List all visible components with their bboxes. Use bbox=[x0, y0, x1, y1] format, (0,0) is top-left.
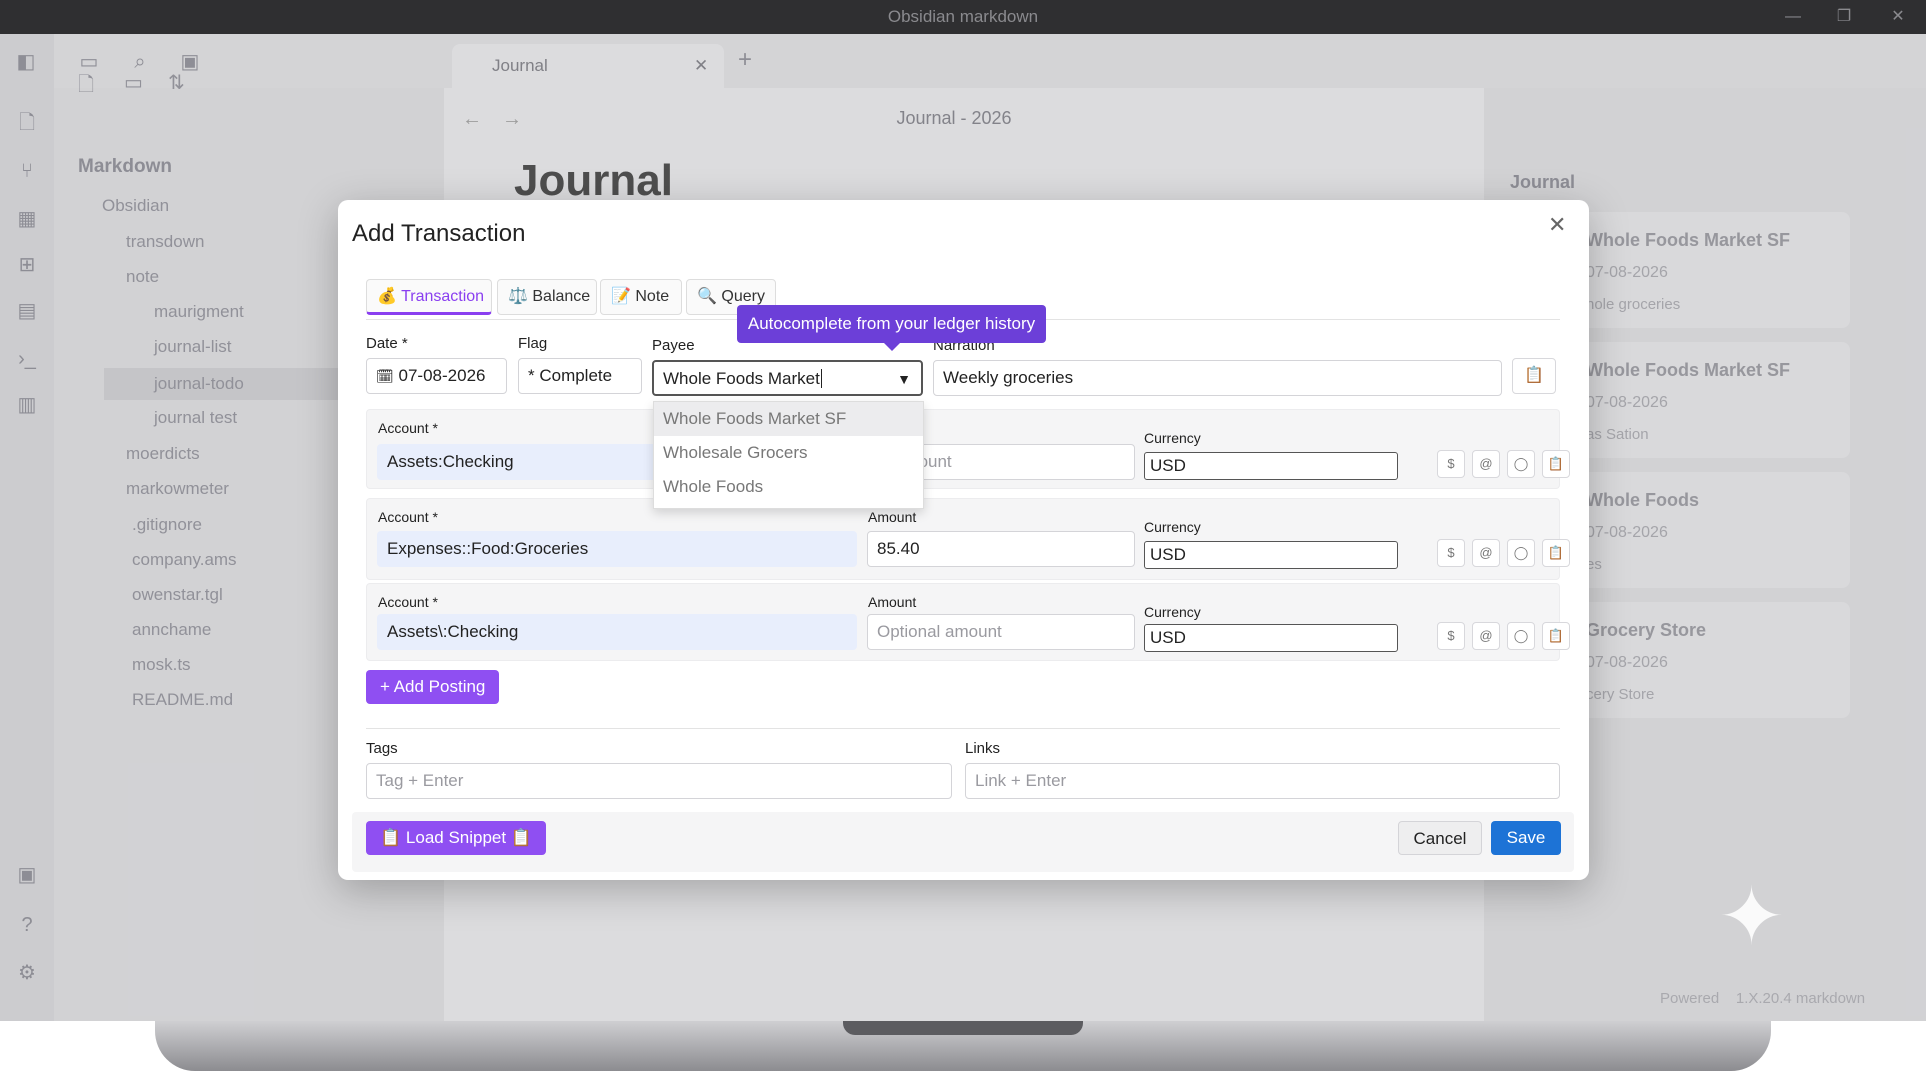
dialog-title: Add Transaction bbox=[352, 220, 526, 247]
laptop-notch bbox=[843, 1021, 1083, 1035]
posting-row: Account * Assets\:Checking Amount Option… bbox=[366, 583, 1570, 661]
suggestion-item[interactable]: Whole Foods bbox=[654, 470, 923, 504]
scale-icon: ⚖️ bbox=[508, 288, 528, 305]
chevron-down-icon[interactable]: ▼ bbox=[897, 362, 911, 394]
narration-input[interactable]: Weekly groceries bbox=[933, 360, 1502, 396]
tab-transaction[interactable]: 💰 Transaction bbox=[366, 279, 492, 315]
cost-button[interactable]: $ bbox=[1437, 450, 1465, 478]
suggestion-item[interactable]: Whole Foods Market SF bbox=[654, 402, 923, 436]
amount-label: Amount bbox=[868, 509, 917, 525]
clipboard-icon: 📋 bbox=[510, 828, 533, 847]
flag-label: Flag bbox=[518, 335, 548, 352]
posting-row: Account * Expenses::Food:Groceries Amoun… bbox=[366, 498, 1570, 580]
currency-label: Currency bbox=[1144, 519, 1201, 535]
window-title-bar: Obsidian markdown bbox=[0, 0, 1926, 34]
cost-button[interactable]: $ bbox=[1437, 539, 1465, 567]
tab-balance[interactable]: ⚖️ Balance bbox=[497, 279, 597, 315]
payee-label: Payee bbox=[652, 337, 695, 354]
amount-input[interactable]: Optional amount bbox=[867, 614, 1135, 650]
account-label: Account * bbox=[378, 594, 438, 610]
account-label: Account * bbox=[378, 420, 438, 436]
close-window-button[interactable]: ✕ bbox=[1878, 0, 1918, 34]
sparkle-icon: ✦ bbox=[1718, 872, 1786, 961]
links-input[interactable]: Link + Enter bbox=[965, 763, 1560, 799]
autocomplete-tooltip: Autocomplete from your ledger history bbox=[737, 305, 1046, 351]
close-icon[interactable]: ✕ bbox=[1548, 212, 1566, 238]
money-bag-icon: 💰 bbox=[377, 288, 397, 305]
add-posting-button[interactable]: + Add Posting bbox=[366, 670, 500, 704]
account-label: Account * bbox=[378, 509, 438, 525]
flag-select[interactable]: * Complete bbox=[518, 358, 642, 394]
comment-button[interactable]: ◯ bbox=[1507, 450, 1535, 478]
currency-input[interactable]: USD bbox=[1144, 541, 1398, 569]
tab-note[interactable]: 📝 Note bbox=[600, 279, 682, 315]
divider bbox=[366, 728, 1560, 729]
cancel-button[interactable]: Cancel bbox=[1398, 821, 1482, 855]
add-transaction-dialog: Add Transaction ✕ 💰 Transaction ⚖️ Balan… bbox=[338, 200, 1589, 880]
comment-button[interactable]: ◯ bbox=[1507, 539, 1535, 567]
currency-input[interactable]: USD bbox=[1144, 452, 1398, 480]
account-input[interactable]: Expenses::Food:Groceries bbox=[377, 531, 857, 567]
delete-posting-button[interactable]: 📋 bbox=[1542, 539, 1570, 567]
tags-label: Tags bbox=[366, 740, 398, 757]
links-label: Links bbox=[965, 740, 1001, 757]
date-field[interactable]: 🗓 07-08-2026 bbox=[366, 358, 507, 394]
cost-button[interactable]: $ bbox=[1437, 622, 1465, 650]
clipboard-icon: 📋 bbox=[380, 828, 402, 847]
payee-suggestions-dropdown: Whole Foods Market SF Wholesale Grocers … bbox=[653, 401, 924, 509]
amount-label: Amount bbox=[868, 594, 917, 610]
comment-button[interactable]: ◯ bbox=[1507, 622, 1535, 650]
currency-input[interactable]: USD bbox=[1144, 624, 1398, 652]
price-button[interactable]: @ bbox=[1472, 622, 1500, 650]
suggestion-item[interactable]: Wholesale Grocers bbox=[654, 436, 923, 470]
payee-input[interactable]: Whole Foods Market ▼ bbox=[652, 360, 923, 396]
minimize-button[interactable]: — bbox=[1773, 0, 1813, 34]
maximize-button[interactable]: ❐ bbox=[1824, 0, 1864, 34]
amount-input[interactable]: 85.40 bbox=[867, 531, 1135, 567]
posting-row: Account * Assets:Checking al amount Curr… bbox=[366, 409, 1570, 489]
delete-posting-button[interactable]: 📋 bbox=[1542, 450, 1570, 478]
window-title: Obsidian markdown bbox=[887, 7, 1039, 26]
delete-posting-button[interactable]: 📋 bbox=[1542, 622, 1570, 650]
tags-input[interactable]: Tag + Enter bbox=[366, 763, 952, 799]
calendar-icon: 🗓 bbox=[376, 368, 394, 384]
account-input[interactable]: Assets\:Checking bbox=[377, 614, 857, 650]
load-snippet-button[interactable]: 📋 Load Snippet 📋 bbox=[366, 821, 547, 855]
price-button[interactable]: @ bbox=[1472, 450, 1500, 478]
clipboard-button[interactable]: 📋 bbox=[1512, 358, 1556, 394]
date-label: Date * bbox=[366, 335, 408, 352]
memo-icon: 📝 bbox=[611, 288, 631, 305]
currency-label: Currency bbox=[1144, 430, 1201, 446]
price-button[interactable]: @ bbox=[1472, 539, 1500, 567]
save-button[interactable]: Save bbox=[1491, 821, 1561, 855]
currency-label: Currency bbox=[1144, 604, 1201, 620]
magnifier-icon: 🔍 bbox=[697, 288, 717, 305]
